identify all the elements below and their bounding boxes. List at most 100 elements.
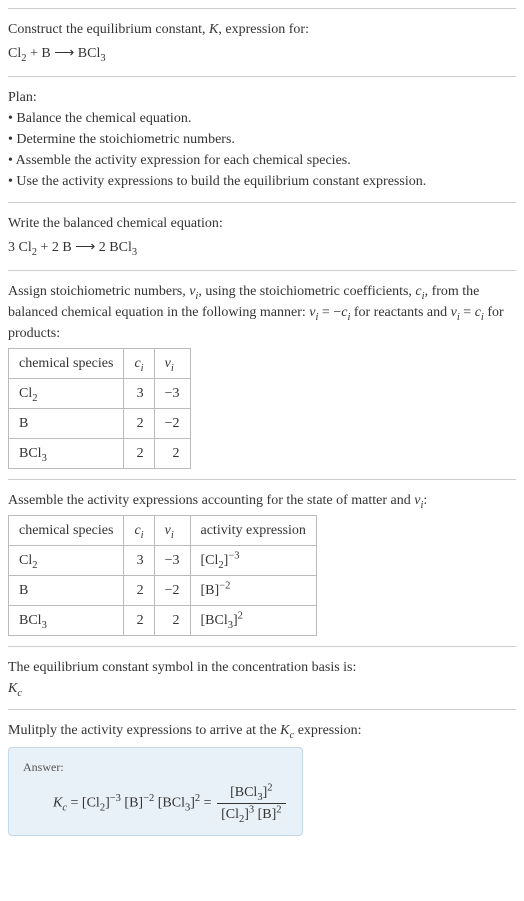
symbol-kc: Kc: [8, 678, 516, 699]
ae: −2: [219, 580, 230, 591]
ae: 2: [238, 610, 243, 621]
table-row: Cl2 3 −3 [Cl2]−3: [9, 546, 317, 576]
cell-c: 3: [124, 546, 154, 576]
st-r2b: =: [460, 305, 475, 320]
final-title: Mulitply the activity expressions to arr…: [8, 720, 516, 741]
table-row: BCl3 2 2 [BCl3]2: [9, 606, 317, 636]
bal-c3: 2 BCl: [95, 240, 132, 255]
act-t: Assemble the activity expressions accoun…: [8, 493, 414, 508]
stoich-table: chemical species ci νi Cl2 3 −3 B 2 −2 B…: [8, 348, 191, 469]
intro-line1: Construct the equilibrium constant,: [8, 22, 209, 37]
cell-nu: 2: [154, 439, 190, 469]
bal-c1: 3 Cl: [8, 240, 32, 255]
spsub: 3: [42, 620, 47, 631]
final-section: Mulitply the activity expressions to arr…: [8, 709, 516, 846]
table-header: chemical species ci νi activity expressi…: [9, 516, 317, 546]
th-nu: νi: [154, 349, 190, 379]
cell-nu: 2: [154, 606, 190, 636]
sp: BCl: [19, 446, 42, 461]
frac-top: [BCl3]2: [217, 782, 285, 804]
stoich-text: Assign stoichiometric numbers, νi, using…: [8, 281, 516, 344]
sp: Cl: [19, 553, 32, 568]
bal-s3: 3: [132, 247, 137, 258]
cell-species: B: [9, 576, 124, 606]
intro-line1b: , expression for:: [218, 22, 309, 37]
sp: B: [19, 583, 28, 598]
answer-equation: Kc = [Cl2]−3 [B]−2 [BCl3]2 = [BCl3]2[Cl2…: [23, 782, 288, 825]
cell-c: 3: [124, 379, 154, 409]
intro-section: Construct the equilibrium constant, K, e…: [8, 8, 516, 76]
symbol-section: The equilibrium constant symbol in the c…: [8, 646, 516, 709]
cell-species: BCl3: [9, 439, 124, 469]
st-r1b: = −: [318, 305, 341, 320]
table-row: B 2 −2 [B]−2: [9, 576, 317, 606]
sp: BCl: [19, 613, 42, 628]
sp: B: [19, 416, 28, 431]
th-nu-i: i: [171, 363, 174, 374]
ans-sp2: [BCl: [154, 796, 185, 811]
fte: 2: [267, 782, 272, 793]
st-p4: for reactants and: [350, 305, 450, 320]
activity-title: Assemble the activity expressions accoun…: [8, 490, 516, 511]
eq-lhs: Cl: [8, 46, 21, 61]
bal-c2: + 2 B: [37, 240, 75, 255]
plan-b3: • Assemble the activity expression for e…: [8, 150, 516, 171]
fin-t2: expression:: [294, 723, 361, 738]
intro-text: Construct the equilibrium constant, K, e…: [8, 19, 516, 40]
act-colon: :: [423, 493, 427, 508]
ft: [BCl: [230, 785, 257, 800]
cell-activity: [B]−2: [190, 576, 316, 606]
fb2: [B]: [254, 807, 276, 822]
cell-activity: [BCl3]2: [190, 606, 316, 636]
cell-c: 2: [124, 576, 154, 606]
ae: −3: [228, 550, 239, 561]
sym-c: c: [17, 688, 22, 699]
answer-box: Answer: Kc = [Cl2]−3 [B]−2 [BCl3]2 = [BC…: [8, 747, 303, 836]
table-row: Cl2 3 −3: [9, 379, 191, 409]
plan-b1: • Balance the chemical equation.: [8, 108, 516, 129]
th-c: ci: [124, 349, 154, 379]
balanced-title: Write the balanced chemical equation:: [8, 213, 516, 234]
st-p1: Assign stoichiometric numbers,: [8, 284, 189, 299]
fin-K: K: [280, 723, 289, 738]
st-p2: , using the stoichiometric coefficients,: [198, 284, 415, 299]
cell-nu: −3: [154, 546, 190, 576]
ans-eq2: =: [200, 796, 215, 811]
spsub: 2: [32, 560, 37, 571]
intro-K: K: [209, 22, 218, 37]
th-c-i: i: [141, 530, 144, 541]
cell-activity: [Cl2]−3: [190, 546, 316, 576]
fb1: [Cl: [221, 807, 239, 822]
fin-t: Mulitply the activity expressions to arr…: [8, 723, 280, 738]
table-row: B 2 −2: [9, 409, 191, 439]
th-activity: activity expression: [190, 516, 316, 546]
cell-nu: −2: [154, 409, 190, 439]
th-c: ci: [124, 516, 154, 546]
ans-eq: = [Cl: [67, 796, 100, 811]
cell-species: Cl2: [9, 546, 124, 576]
ans-K: K: [53, 796, 62, 811]
cell-species: BCl3: [9, 606, 124, 636]
fbe2: 2: [276, 804, 281, 815]
plan-title: Plan:: [8, 87, 516, 108]
cell-nu: −2: [154, 576, 190, 606]
plan-section: Plan: • Balance the chemical equation. •…: [8, 76, 516, 202]
th-species: chemical species: [9, 349, 124, 379]
cell-c: 2: [124, 409, 154, 439]
th-nu-i: i: [171, 530, 174, 541]
frac-bot: [Cl2]3 [B]2: [217, 804, 285, 825]
cell-species: Cl2: [9, 379, 124, 409]
ans-e1: −3: [110, 793, 121, 804]
th-c-i: i: [141, 363, 144, 374]
ans-e2: −2: [143, 793, 154, 804]
table-row: BCl3 2 2: [9, 439, 191, 469]
table-header: chemical species ci νi: [9, 349, 191, 379]
ans-sp1: [B]: [121, 796, 143, 811]
balanced-section: Write the balanced chemical equation: 3 …: [8, 202, 516, 270]
answer-label: Answer:: [23, 758, 288, 776]
cell-c: 2: [124, 439, 154, 469]
activity-table: chemical species ci νi activity expressi…: [8, 515, 317, 636]
sym-K: K: [8, 681, 17, 696]
sp: Cl: [19, 386, 32, 401]
th-species: chemical species: [9, 516, 124, 546]
